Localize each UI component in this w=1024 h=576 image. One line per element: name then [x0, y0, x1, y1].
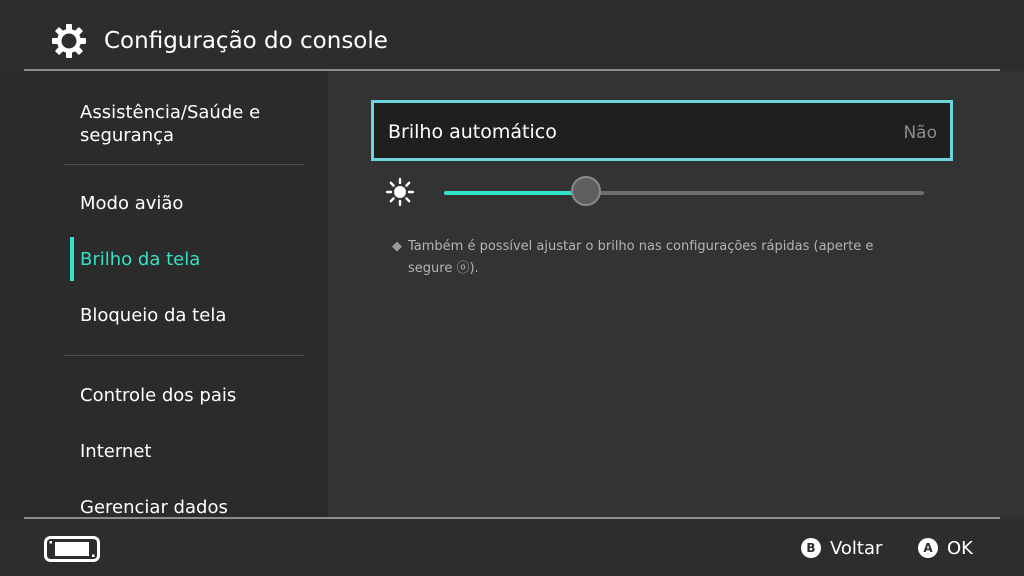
- brightness-slider-fill: [444, 191, 587, 195]
- sidebar-divider: [64, 355, 304, 356]
- diamond-bullet-icon: ◆: [392, 239, 402, 254]
- auto-brightness-value: Não: [903, 123, 937, 143]
- sidebar-item-parental-controls[interactable]: Controle dos pais: [80, 384, 236, 407]
- b-button-icon: B: [801, 538, 821, 558]
- auto-brightness-label: Brilho automático: [388, 121, 557, 143]
- sun-icon: [385, 177, 415, 207]
- a-button-icon: A: [918, 538, 938, 558]
- main-panel: Brilho automático Não ◆ Também é possíve…: [328, 71, 1024, 517]
- auto-brightness-toggle[interactable]: Brilho automático Não: [371, 100, 953, 161]
- brightness-note: ◆ Também é possível ajustar o brilho nas…: [392, 236, 912, 280]
- gear-icon: [52, 24, 86, 58]
- footer: B Voltar A OK: [0, 519, 1024, 576]
- ok-button-label: OK: [947, 537, 973, 559]
- sidebar-divider: [64, 164, 304, 165]
- ok-button[interactable]: A OK: [918, 535, 973, 561]
- header: Configuração do console: [0, 0, 1024, 70]
- brightness-slider-thumb[interactable]: [571, 176, 602, 206]
- sidebar-item-label: Assistência/Saúde e: [80, 102, 261, 123]
- sidebar-item-airplane-mode[interactable]: Modo avião: [80, 192, 183, 215]
- page-title: Configuração do console: [104, 28, 388, 54]
- sidebar-item-data-management[interactable]: Gerenciar dados: [80, 496, 228, 517]
- brightness-note-text: Também é possível ajustar o brilho nas c…: [408, 239, 874, 276]
- active-indicator: [70, 237, 74, 281]
- console-icon: [44, 536, 100, 562]
- sidebar-item-screen-brightness[interactable]: Brilho da tela: [80, 248, 200, 271]
- back-button[interactable]: B Voltar: [801, 535, 882, 561]
- sidebar: Assistência/Saúde e segurança Modo avião…: [0, 71, 328, 517]
- sidebar-item-label-line2: segurança: [80, 125, 175, 146]
- back-button-label: Voltar: [830, 537, 883, 559]
- sidebar-item-screen-lock[interactable]: Bloqueio da tela: [80, 304, 226, 327]
- sidebar-item-internet[interactable]: Internet: [80, 440, 151, 463]
- brightness-slider[interactable]: [444, 176, 924, 206]
- sidebar-item-health-safety[interactable]: Assistência/Saúde e segurança: [80, 101, 260, 147]
